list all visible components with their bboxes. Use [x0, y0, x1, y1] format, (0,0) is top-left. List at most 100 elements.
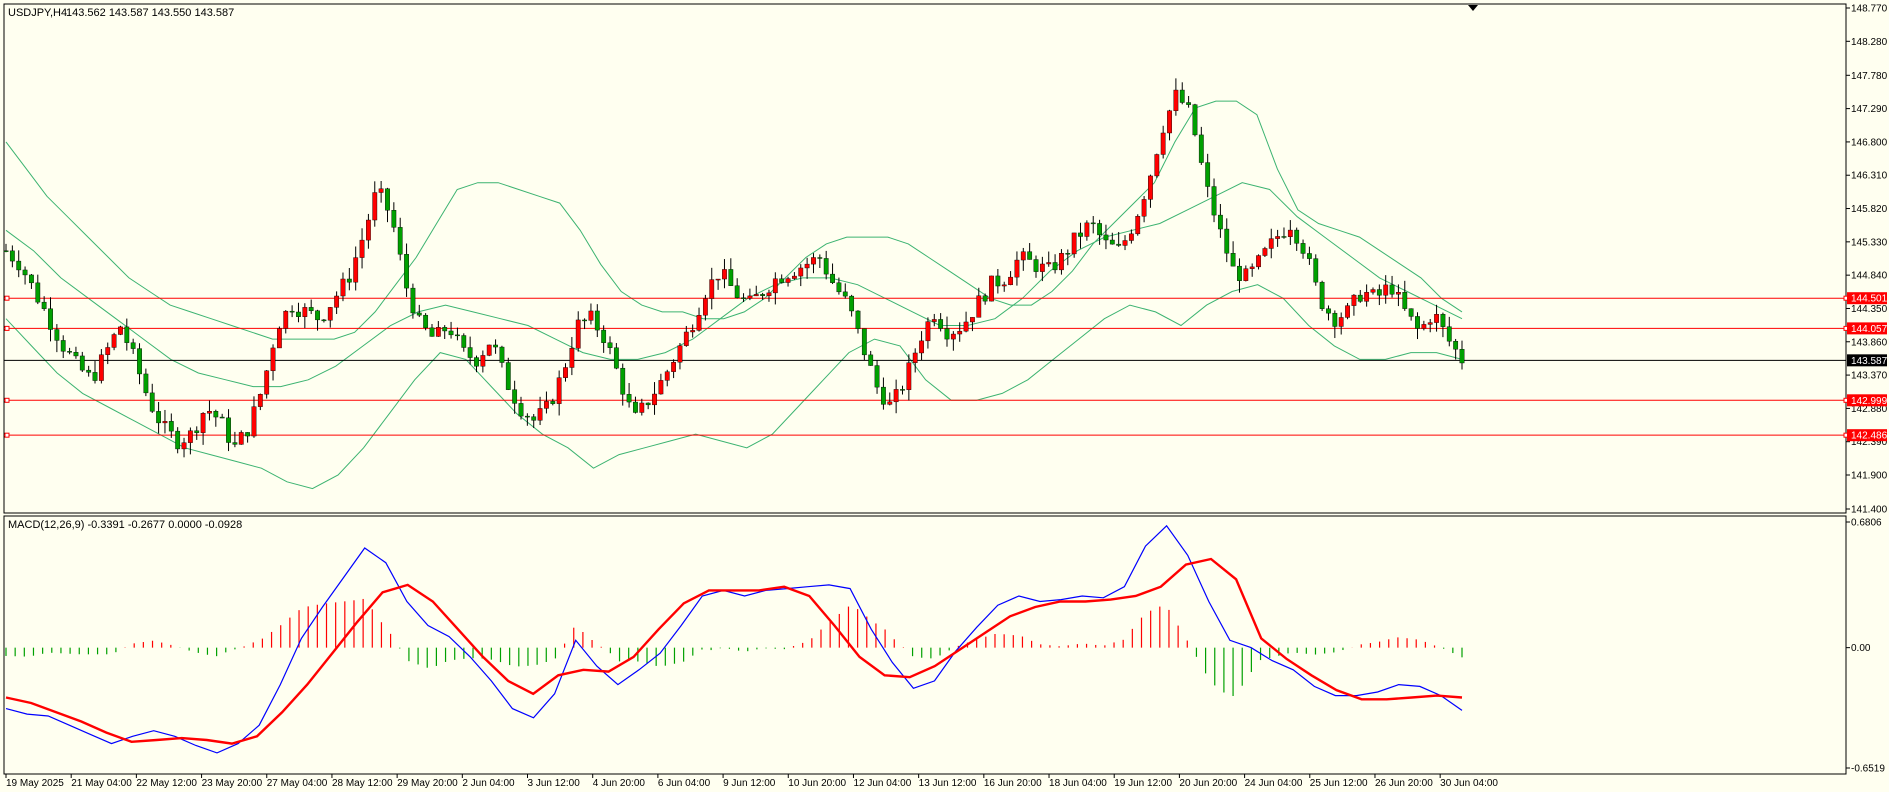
- trading-chart[interactable]: 148.770 148.280 147.780 147.290 146.800 146.3…: [0, 0, 1889, 792]
- candle-body: [67, 351, 72, 353]
- candle-body: [9, 250, 15, 262]
- time-tick-label: 12 Jun 04:00: [853, 778, 911, 789]
- candle-body: [524, 415, 530, 418]
- candle-body: [1103, 234, 1109, 241]
- candle-body: [118, 326, 123, 335]
- level-anchor[interactable]: [4, 397, 10, 403]
- candle-body: [639, 402, 645, 413]
- candle-body: [1427, 322, 1433, 325]
- candle-body: [900, 389, 905, 391]
- price-tick-label: 144.840: [1851, 271, 1888, 282]
- level-anchor[interactable]: [4, 325, 10, 331]
- candle-body: [442, 327, 448, 332]
- candle-body: [423, 314, 429, 329]
- candle-body: [410, 287, 416, 314]
- candle-body: [499, 346, 505, 363]
- candle-body: [207, 411, 212, 414]
- price-tick-label: 143.370: [1851, 371, 1888, 382]
- candle-body: [1376, 289, 1382, 296]
- macd-tick-label: 0.6806: [1851, 518, 1882, 529]
- candle-body: [1205, 162, 1211, 187]
- candle-body: [766, 292, 772, 296]
- candle-body: [709, 279, 715, 299]
- candle-body: [550, 401, 556, 404]
- candle-body: [98, 354, 104, 381]
- candle-body: [1008, 276, 1013, 286]
- candle-body: [1434, 314, 1439, 323]
- candle-body: [79, 355, 85, 371]
- candle-body: [187, 430, 193, 443]
- candle-body: [289, 310, 295, 313]
- candle-body: [823, 258, 829, 275]
- candle-body: [544, 401, 549, 409]
- candle-body: [1300, 243, 1306, 254]
- candle-body: [836, 282, 842, 293]
- level-anchor[interactable]: [4, 432, 10, 438]
- candle-body: [505, 362, 511, 390]
- candle-body: [1020, 251, 1026, 261]
- candle-body: [893, 389, 899, 403]
- candle-body: [480, 355, 486, 367]
- candle-body: [671, 361, 676, 372]
- candle-body: [645, 402, 651, 406]
- candle-body: [175, 430, 181, 450]
- candle-body: [1230, 253, 1236, 267]
- candle-body: [970, 317, 975, 323]
- candle-body: [327, 307, 333, 321]
- candle-body: [257, 394, 263, 407]
- candle-body: [772, 278, 778, 294]
- candle-body: [353, 257, 359, 283]
- candle-body: [575, 319, 581, 349]
- candle-body: [741, 297, 746, 299]
- time-tick-label: 29 May 20:00: [397, 778, 458, 789]
- price-tick-label: 145.330: [1851, 237, 1888, 248]
- candle-body: [1059, 253, 1064, 271]
- candle-body: [296, 311, 301, 317]
- candle-body: [1332, 312, 1338, 327]
- candle-body: [54, 329, 60, 341]
- time-tick-label: 23 May 20:00: [202, 778, 263, 789]
- candle-body: [1281, 236, 1287, 238]
- time-tick-label: 21 May 04:00: [71, 778, 132, 789]
- candle-body: [861, 328, 867, 356]
- candle-body: [404, 254, 409, 289]
- candle-body: [696, 314, 702, 331]
- candle-body: [435, 327, 441, 337]
- level-anchor[interactable]: [4, 295, 10, 301]
- candle-body: [302, 307, 308, 317]
- candle-body: [1186, 102, 1192, 105]
- candle-body: [35, 282, 41, 303]
- candle-body: [1039, 263, 1045, 272]
- current-price-label: 143.587: [1851, 356, 1888, 367]
- price-tick-label: 147.290: [1851, 104, 1888, 115]
- candle-body: [86, 369, 92, 373]
- candle-body: [276, 328, 282, 349]
- candle-body: [734, 285, 740, 298]
- candle-body: [1415, 316, 1420, 329]
- candle-body: [1148, 175, 1153, 200]
- candle-body: [1421, 324, 1427, 329]
- candle-body: [594, 310, 600, 331]
- candle-body: [931, 319, 937, 322]
- candle-body: [308, 307, 314, 311]
- candle-body: [3, 250, 9, 252]
- chart-background: [0, 0, 1889, 792]
- time-tick-label: 18 Jun 04:00: [1049, 778, 1107, 789]
- candle-body: [397, 227, 403, 255]
- candle-body: [391, 210, 397, 228]
- candle-body: [855, 310, 861, 329]
- candle-body: [1109, 239, 1115, 245]
- time-tick-label: 20 Jun 20:00: [1179, 778, 1237, 789]
- candle-body: [1357, 294, 1363, 302]
- candle-body: [1078, 232, 1083, 237]
- candle-body: [588, 310, 594, 321]
- ohlc-label: 143.562 143.587 143.550 143.587: [66, 7, 234, 19]
- candle-body: [416, 312, 422, 316]
- candle-body: [1383, 284, 1389, 296]
- candle-body: [321, 319, 327, 322]
- candle-body: [702, 298, 708, 316]
- time-tick-label: 27 May 04:00: [267, 778, 328, 789]
- candle-body: [906, 362, 912, 390]
- candle-body: [722, 269, 727, 280]
- candle-body: [22, 269, 28, 276]
